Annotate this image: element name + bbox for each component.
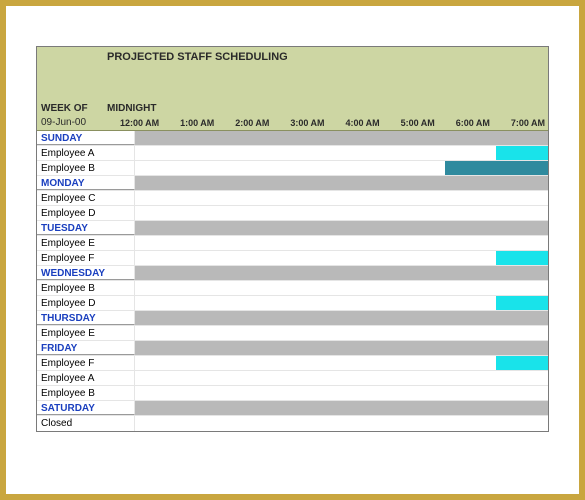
day-bar-tuesday: [135, 221, 548, 235]
shift-cell: [496, 296, 548, 310]
time-col-1: 1:00 AM: [162, 116, 217, 130]
emp-label: Employee F: [37, 356, 135, 370]
emp-bar: [135, 416, 548, 431]
day-row-saturday: SATURDAY: [37, 401, 548, 416]
emp-row-fri-a: Employee A: [37, 371, 548, 386]
day-label-saturday: SATURDAY: [37, 401, 135, 415]
emp-label: Employee D: [37, 206, 135, 220]
emp-bar: [135, 206, 548, 220]
emp-label: Employee F: [37, 251, 135, 265]
emp-bar: [135, 191, 548, 205]
emp-row-sat-closed: Closed: [37, 416, 548, 431]
emp-label: Employee B: [37, 386, 135, 400]
emp-bar: [135, 281, 548, 295]
time-col-5: 5:00 AM: [383, 116, 438, 130]
time-col-4: 4:00 AM: [328, 116, 383, 130]
emp-label: Employee D: [37, 296, 135, 310]
shift-cell: [496, 356, 548, 370]
day-bar-wednesday: [135, 266, 548, 280]
emp-row-sun-b: Employee B: [37, 161, 548, 176]
day-row-wednesday: WEDNESDAY: [37, 266, 548, 281]
day-label-tuesday: TUESDAY: [37, 221, 135, 235]
week-of-row: WEEK OF MIDNIGHT: [37, 103, 548, 116]
emp-row-mon-d: Employee D: [37, 206, 548, 221]
emp-bar: [135, 146, 548, 160]
day-row-tuesday: TUESDAY: [37, 221, 548, 236]
day-bar-saturday: [135, 401, 548, 415]
emp-label: Employee A: [37, 371, 135, 385]
emp-row-tue-f: Employee F: [37, 251, 548, 266]
emp-bar: [135, 356, 548, 370]
day-label-friday: FRIDAY: [37, 341, 135, 355]
day-bar-sunday: [135, 131, 548, 145]
day-bar-thursday: [135, 311, 548, 325]
emp-row-wed-b: Employee B: [37, 281, 548, 296]
emp-bar: [135, 371, 548, 385]
emp-bar: [135, 326, 548, 340]
sheet-body: SUNDAY Employee A Employee B MONDAY: [37, 131, 548, 431]
time-columns: 12:00 AM 1:00 AM 2:00 AM 3:00 AM 4:00 AM…: [107, 116, 548, 130]
emp-bar: [135, 296, 548, 310]
sheet-title: PROJECTED STAFF SCHEDULING: [37, 47, 548, 103]
emp-row-fri-f: Employee F: [37, 356, 548, 371]
schedule-sheet: PROJECTED STAFF SCHEDULING WEEK OF MIDNI…: [36, 46, 549, 432]
emp-bar: [135, 251, 548, 265]
time-col-7: 7:00 AM: [493, 116, 548, 130]
time-col-6: 6:00 AM: [438, 116, 493, 130]
emp-label: Employee B: [37, 281, 135, 295]
emp-row-sun-a: Employee A: [37, 146, 548, 161]
emp-row-thu-e: Employee E: [37, 326, 548, 341]
week-of-date: 09-Jun-00: [37, 117, 107, 130]
day-row-sunday: SUNDAY: [37, 131, 548, 146]
day-label-thursday: THURSDAY: [37, 311, 135, 325]
emp-label: Employee E: [37, 236, 135, 250]
day-row-thursday: THURSDAY: [37, 311, 548, 326]
day-bar-monday: [135, 176, 548, 190]
shift-cell: [496, 161, 548, 175]
day-label-monday: MONDAY: [37, 176, 135, 190]
paper: PROJECTED STAFF SCHEDULING WEEK OF MIDNI…: [6, 6, 579, 494]
time-header-row: 09-Jun-00 12:00 AM 1:00 AM 2:00 AM 3:00 …: [37, 116, 548, 130]
closed-label: Closed: [37, 416, 135, 431]
time-col-3: 3:00 AM: [272, 116, 327, 130]
emp-bar: [135, 161, 548, 175]
emp-label: Employee E: [37, 326, 135, 340]
emp-label: Employee A: [37, 146, 135, 160]
shift-cell: [445, 161, 497, 175]
emp-label: Employee C: [37, 191, 135, 205]
week-of-label: WEEK OF: [37, 103, 107, 114]
time-col-2: 2:00 AM: [217, 116, 272, 130]
emp-row-fri-b: Employee B: [37, 386, 548, 401]
day-row-friday: FRIDAY: [37, 341, 548, 356]
day-bar-friday: [135, 341, 548, 355]
midnight-label: MIDNIGHT: [107, 103, 156, 114]
shift-cell: [496, 251, 548, 265]
header-band: PROJECTED STAFF SCHEDULING WEEK OF MIDNI…: [37, 47, 548, 131]
time-col-0: 12:00 AM: [107, 116, 162, 130]
emp-bar: [135, 386, 548, 400]
day-label-sunday: SUNDAY: [37, 131, 135, 145]
emp-bar: [135, 236, 548, 250]
emp-row-tue-e: Employee E: [37, 236, 548, 251]
day-row-monday: MONDAY: [37, 176, 548, 191]
shift-cell: [496, 146, 548, 160]
day-label-wednesday: WEDNESDAY: [37, 266, 135, 280]
emp-row-mon-c: Employee C: [37, 191, 548, 206]
emp-label: Employee B: [37, 161, 135, 175]
emp-row-wed-d: Employee D: [37, 296, 548, 311]
